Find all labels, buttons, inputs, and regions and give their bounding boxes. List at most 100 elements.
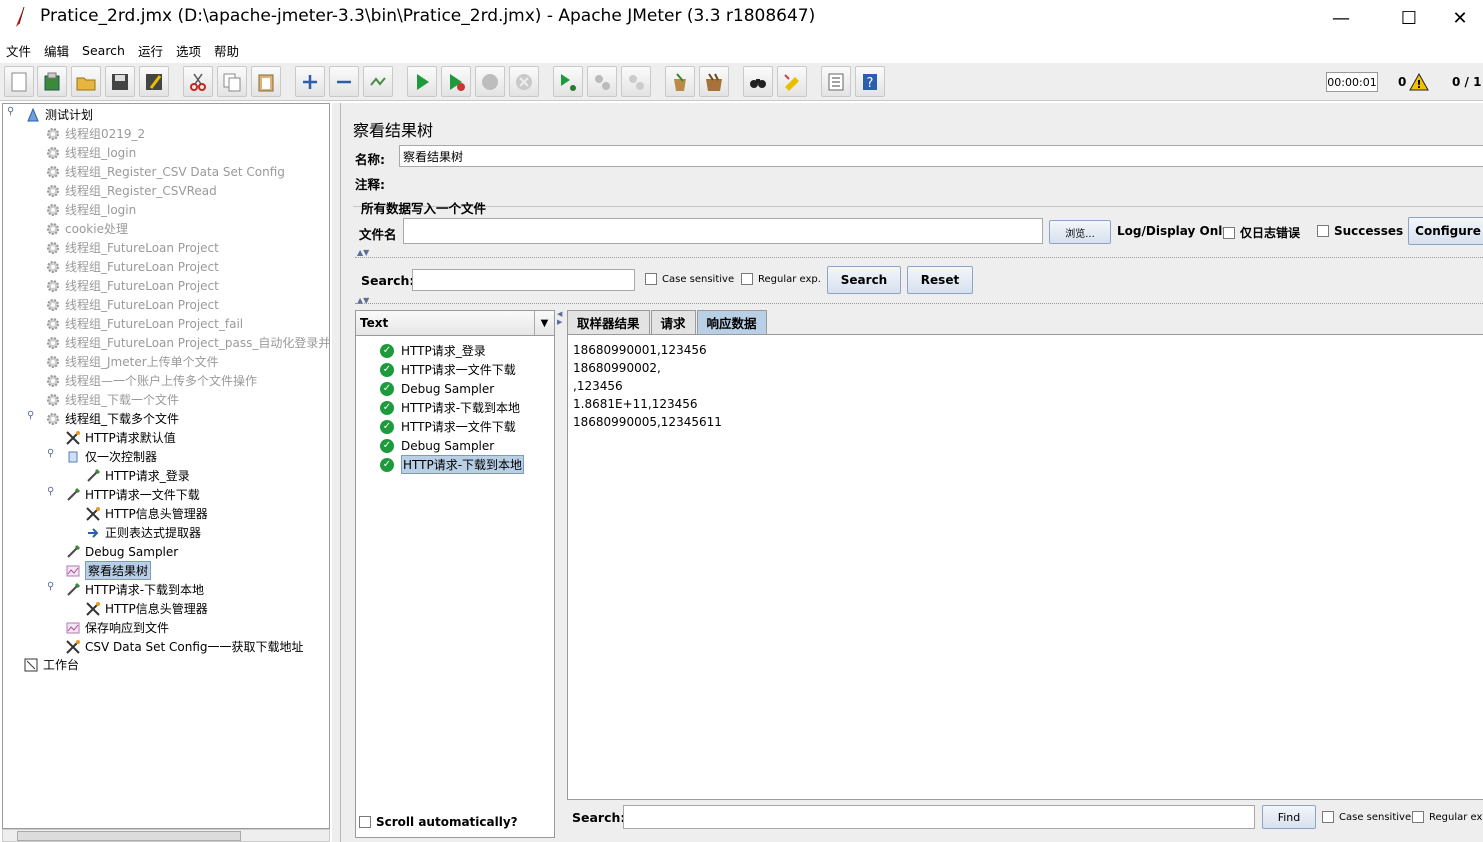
tree-node[interactable]: 线程组_FutureLoan Project	[45, 257, 219, 276]
menu-help[interactable]: 帮助	[214, 41, 239, 60]
tree-node[interactable]: 工作台	[23, 655, 79, 674]
errors-only-box[interactable]	[1223, 226, 1235, 239]
result-item[interactable]: ✓ HTTP请求-下载到本地	[380, 398, 520, 417]
tree-node[interactable]: 线程组_FutureLoan Project_fail	[45, 314, 243, 333]
menu-options[interactable]: 选项	[176, 41, 201, 60]
remote-shutdown-button[interactable]	[621, 66, 651, 97]
errors-only-checkbox[interactable]: 仅日志错误	[1223, 224, 1300, 241]
new-button[interactable]	[4, 66, 34, 97]
function-helper-button[interactable]	[821, 66, 851, 97]
tree-node[interactable]: 线程组_下载一个文件	[45, 390, 179, 409]
tree-node[interactable]: HTTP信息头管理器	[85, 504, 208, 523]
tree-node[interactable]: 线程组_Register_CSVRead	[45, 181, 217, 200]
menu-file[interactable]: 文件	[6, 41, 31, 60]
case-sensitive-checkbox[interactable]: Case sensitive	[645, 273, 734, 285]
reset-button[interactable]: Reset	[907, 266, 973, 294]
tree-node[interactable]: 线程组_FutureLoan Project	[45, 276, 219, 295]
shutdown-button[interactable]	[509, 66, 539, 97]
menu-search[interactable]: Search	[82, 43, 125, 58]
successes-box[interactable]	[1317, 225, 1329, 237]
results-list[interactable]: ✓ HTTP请求_登录 ✓ HTTP请求一文件下载 ✓ Debug Sampler ✓ HTT…	[355, 310, 555, 838]
tree-node[interactable]: 线程组_Register_CSV Data Set Config	[45, 162, 285, 181]
menu-run[interactable]: 运行	[138, 41, 163, 60]
templates-button[interactable]	[37, 66, 67, 97]
search-button[interactable]: Search	[827, 266, 901, 294]
result-item[interactable]: ✓ HTTP请求一文件下载	[380, 417, 516, 436]
tree-node[interactable]: 正则表达式提取器	[85, 523, 201, 542]
tree-node[interactable]: 线程组_login	[45, 200, 136, 219]
comment-field[interactable]	[393, 171, 1483, 191]
filename-input[interactable]	[403, 218, 1043, 244]
find-button[interactable]: Find	[1262, 805, 1316, 829]
stop-button[interactable]	[475, 66, 505, 97]
chevron-down-icon[interactable]: ▼	[534, 311, 554, 335]
tree-node[interactable]: cookie处理	[45, 219, 128, 238]
tree-node[interactable]: HTTP请求_登录	[85, 466, 190, 485]
tree-node[interactable]: CSV Data Set Config一一获取下载地址	[65, 637, 304, 656]
tree-node[interactable]: 线程组_FutureLoan Project	[45, 295, 219, 314]
start-button[interactable]	[407, 66, 437, 97]
open-button[interactable]	[71, 66, 101, 97]
start-no-pause-button[interactable]	[441, 66, 471, 97]
renderer-select[interactable]: Text ▼	[355, 310, 555, 336]
result-item[interactable]: ✓ Debug Sampler	[380, 436, 494, 455]
tab-response-data[interactable]: 响应数据	[696, 310, 767, 334]
response-data-area[interactable]: 18680990001,123456 18680990002, ,123456 1.8…	[567, 334, 1483, 800]
tree-node[interactable]: 察看结果树	[65, 561, 152, 580]
close-button[interactable]: ✕	[1440, 4, 1480, 32]
tree-node[interactable]: HTTP请求-下载到本地	[65, 580, 204, 599]
scroll-automatically-box[interactable]	[359, 816, 371, 828]
result-item[interactable]: ✓ Debug Sampler	[380, 379, 494, 398]
toggle-button[interactable]	[363, 66, 393, 97]
tree-node[interactable]: HTTP请求默认值	[65, 428, 176, 447]
tree-node[interactable]: 线程组0219_2	[45, 124, 145, 143]
scrollbar-thumb[interactable]	[17, 831, 241, 841]
clear-all-button[interactable]	[699, 66, 729, 97]
clear-button[interactable]	[665, 66, 695, 97]
tab-request[interactable]: 请求	[650, 310, 696, 334]
tree-node[interactable]: 线程组_下载多个文件	[45, 409, 179, 428]
tree-expander-icon[interactable]: ⚲	[47, 581, 54, 592]
tree-node[interactable]: 线程组_Jmeter上传单个文件	[45, 352, 219, 371]
maximize-button[interactable]: ☐	[1386, 4, 1432, 32]
search-input[interactable]	[412, 269, 635, 291]
tree-node[interactable]: 线程组_FutureLoan Project	[45, 238, 219, 257]
minimize-button[interactable]: —	[1318, 4, 1364, 32]
regex-box[interactable]	[741, 273, 753, 285]
scroll-automatically-checkbox[interactable]: Scroll automatically?	[359, 815, 518, 829]
browse-button[interactable]: 浏览...	[1049, 220, 1111, 244]
tree-expander-icon[interactable]: ⚲	[27, 410, 34, 421]
tree-node[interactable]: HTTP请求一文件下载	[65, 485, 200, 504]
result-item[interactable]: ✓ HTTP请求一文件下载	[380, 360, 516, 379]
tab-sampler-result[interactable]: 取样器结果	[567, 310, 650, 334]
tree-node[interactable]: 测试计划	[25, 105, 93, 124]
save-as-button[interactable]	[139, 66, 169, 97]
tree-horizontal-scrollbar[interactable]	[2, 829, 330, 842]
warning-icon[interactable]: !	[1409, 72, 1429, 92]
tree-node[interactable]: 线程组—一个账户上传多个文件操作	[45, 371, 257, 390]
bottom-search-input[interactable]	[623, 805, 1255, 829]
remote-start-button[interactable]	[553, 66, 583, 97]
regex-checkbox[interactable]: Regular exp.	[741, 273, 821, 285]
tree-node[interactable]: 线程组_FutureLoan Project_pass_自动化登录并上传	[45, 333, 329, 352]
tree-expander-icon[interactable]: ⚲	[47, 448, 54, 459]
reset-search-button[interactable]	[777, 66, 807, 97]
name-field[interactable]: 察看结果树	[399, 145, 1483, 167]
bottom-case-box[interactable]	[1322, 811, 1334, 823]
bottom-regex-box[interactable]	[1412, 811, 1424, 823]
bottom-regex-checkbox[interactable]: Regular exp.	[1412, 811, 1483, 823]
test-plan-tree[interactable]: 测试计划 线程组0219_2 线程组_login 线程组_Register_CSV D…	[2, 103, 330, 829]
collapse-arrows-icon[interactable]: ▲▼	[357, 248, 369, 257]
tree-node[interactable]: Debug Sampler	[65, 542, 178, 561]
successes-checkbox[interactable]: Successes	[1317, 224, 1403, 238]
pane-splitter[interactable]	[332, 103, 340, 842]
expand-button[interactable]	[295, 66, 325, 97]
paste-button[interactable]	[251, 66, 281, 97]
menu-edit[interactable]: 编辑	[44, 41, 69, 60]
vertical-splitter[interactable]: ◀ ▶	[557, 310, 565, 838]
tree-expander-icon[interactable]: ⚲	[7, 106, 14, 117]
save-button[interactable]	[105, 66, 135, 97]
tree-node[interactable]: 保存响应到文件	[65, 618, 169, 637]
result-item[interactable]: ✓ HTTP请求-下载到本地	[380, 455, 525, 474]
tree-node[interactable]: 仅一次控制器	[65, 447, 157, 466]
